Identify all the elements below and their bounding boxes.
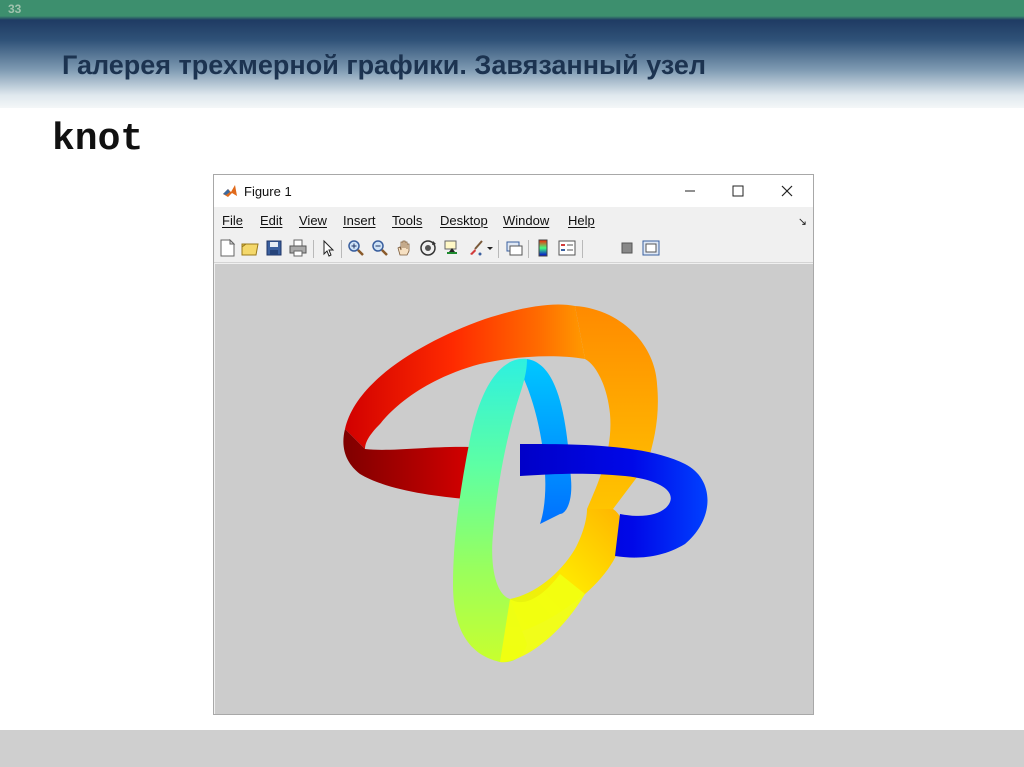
brush-dropdown-icon[interactable]: [486, 239, 494, 257]
zoom-out-icon[interactable]: [371, 239, 389, 257]
edit-plot-arrow-icon[interactable]: [319, 239, 337, 257]
knot-segment-cyan: [515, 359, 572, 524]
link-plot-icon[interactable]: [505, 239, 523, 257]
menu-edit[interactable]: Edit: [260, 213, 282, 228]
menu-insert[interactable]: Insert: [343, 213, 376, 228]
insert-legend-icon[interactable]: [558, 239, 576, 257]
menu-tools[interactable]: Tools: [392, 213, 422, 228]
menu-help[interactable]: Help: [568, 213, 595, 228]
open-file-icon[interactable]: [241, 239, 259, 257]
brush-icon[interactable]: [467, 239, 485, 257]
show-plot-tools-icon[interactable]: [642, 239, 660, 257]
toolbar-separator: [313, 240, 314, 258]
menu-view[interactable]: View: [299, 213, 327, 228]
save-icon[interactable]: [265, 239, 283, 257]
slide-footer-band: [0, 730, 1024, 767]
toolbar-separator: [341, 240, 342, 258]
menu-desktop[interactable]: Desktop: [440, 213, 488, 228]
toolbar-separator: [582, 240, 583, 258]
menu-file[interactable]: File: [222, 213, 243, 228]
maximize-icon[interactable]: [720, 179, 756, 203]
hide-plot-tools-icon[interactable]: [618, 239, 636, 257]
close-icon[interactable]: [769, 179, 805, 203]
slide-title: Галерея трехмерной графики. Завязанный у…: [62, 50, 707, 80]
window-title: Figure 1: [244, 184, 292, 199]
window-titlebar[interactable]: Figure 1: [214, 175, 813, 207]
new-figure-icon[interactable]: [218, 239, 236, 257]
insert-colorbar-icon[interactable]: [534, 239, 552, 257]
figure-window[interactable]: Figure 1 File Edit View Insert Tools Des…: [213, 174, 814, 715]
menu-bar: File Edit View Insert Tools Desktop Wind…: [214, 207, 813, 235]
toolbar-separator: [528, 240, 529, 258]
minimize-icon[interactable]: [672, 179, 708, 203]
knot-surface-plot: [343, 304, 708, 663]
data-cursor-icon[interactable]: [443, 239, 461, 257]
figure-toolbar: [214, 235, 813, 263]
menu-window[interactable]: Window: [503, 213, 549, 228]
command-label: knot: [52, 118, 144, 161]
dock-arrow-icon[interactable]: ↘: [798, 215, 807, 228]
print-icon[interactable]: [289, 239, 307, 257]
slide-number: 33: [8, 2, 22, 16]
toolbar-separator: [498, 240, 499, 258]
slide-header: 33 Галерея трехмерной графики. Завязанны…: [0, 0, 1024, 108]
zoom-in-icon[interactable]: [347, 239, 365, 257]
pan-hand-icon[interactable]: [395, 239, 413, 257]
matlab-logo-icon: [222, 183, 238, 199]
rotate-3d-icon[interactable]: [419, 239, 437, 257]
figure-canvas[interactable]: [215, 264, 813, 714]
